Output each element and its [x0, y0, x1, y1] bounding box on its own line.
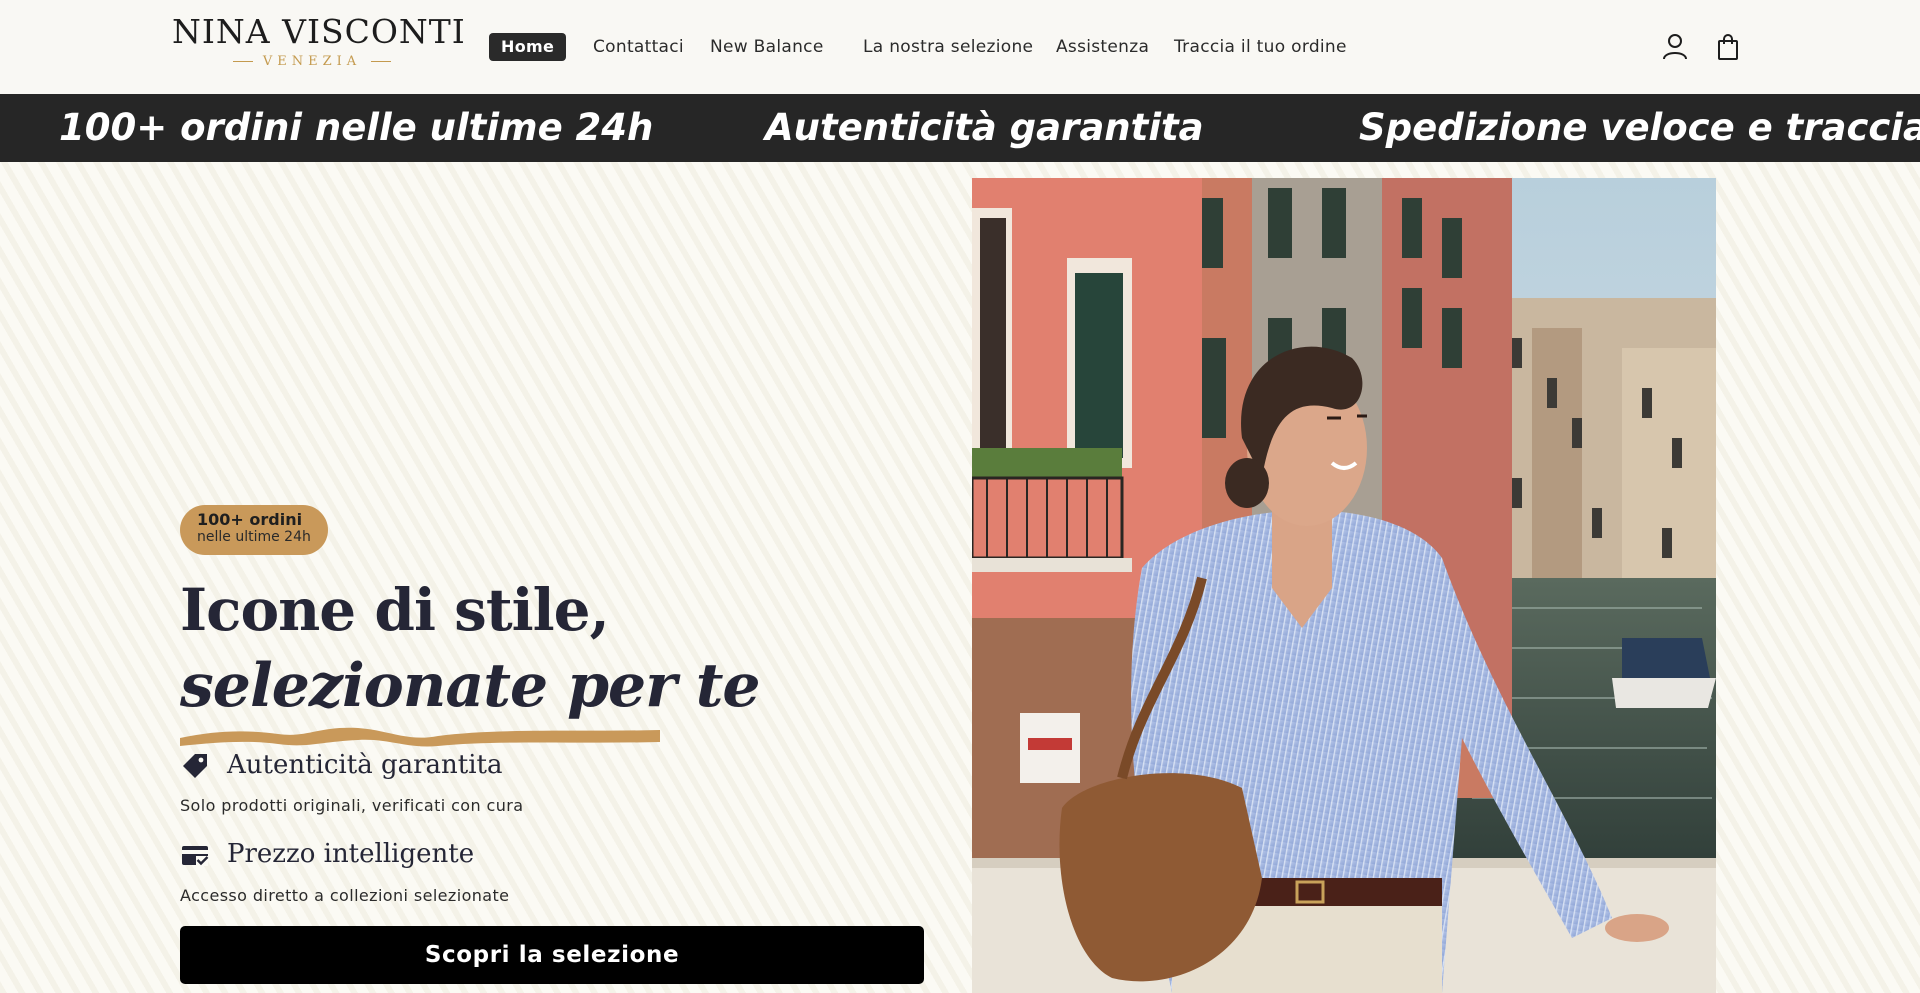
hero-image	[972, 178, 1716, 993]
feature-text-authenticity: Solo prodotti originali, verificati con …	[180, 796, 524, 815]
feature-title-authenticity: Autenticità garantita	[227, 750, 503, 780]
nav-item-new-balance[interactable]: New Balance	[710, 33, 824, 61]
announcement-item: 100+ ordini nelle ultime 24h	[59, 106, 654, 149]
site-header: NINA VISCONTI VENEZIA Home Contattaci Ne…	[0, 0, 1920, 94]
announcement-item: Spedizione veloce e tracciata	[1359, 106, 1920, 149]
hero-headline-italic: selezionate per te	[180, 651, 761, 721]
logo[interactable]: NINA VISCONTI VENEZIA	[172, 12, 466, 70]
logo-divider	[232, 61, 253, 62]
account-icon[interactable]	[1661, 32, 1689, 60]
badge-title: 100+ ordini	[197, 510, 303, 529]
hero-headline: Icone di stile,	[180, 576, 610, 644]
cart-icon[interactable]	[1714, 32, 1742, 60]
nav-item-assistenza[interactable]: Assistenza	[1056, 33, 1149, 61]
badge-subtitle: nelle ultime 24h	[197, 529, 311, 545]
nav-item-traccia-ordine[interactable]: Traccia il tuo ordine	[1174, 33, 1347, 61]
card-check-icon	[180, 840, 210, 870]
woman-in-venice-photo	[972, 178, 1716, 993]
announcement-bar: 100+ ordini nelle ultime 24h Autenticità…	[0, 94, 1920, 162]
feature-text-price: Accesso diretto a collezioni selezionate	[180, 886, 510, 905]
logo-subtitle-text: VENEZIA	[262, 54, 362, 69]
nav-item-home[interactable]: Home	[489, 33, 567, 61]
feature-title-price: Prezzo intelligente	[227, 839, 475, 869]
discover-selection-button[interactable]: Scopri la selezione	[180, 926, 924, 984]
logo-divider	[371, 61, 392, 62]
nav-item-la-nostra-selezione[interactable]: La nostra selezione	[863, 33, 1033, 61]
nav-item-contattaci[interactable]: Contattaci	[593, 33, 684, 61]
orders-badge: 100+ ordini nelle ultime 24h	[180, 505, 328, 555]
logo-subtitle: VENEZIA	[172, 54, 452, 69]
announcement-item: Autenticità garantita	[765, 106, 1204, 149]
logo-wordmark: NINA VISCONTI	[172, 12, 466, 51]
tag-icon	[180, 751, 210, 781]
brush-underline	[180, 727, 660, 747]
